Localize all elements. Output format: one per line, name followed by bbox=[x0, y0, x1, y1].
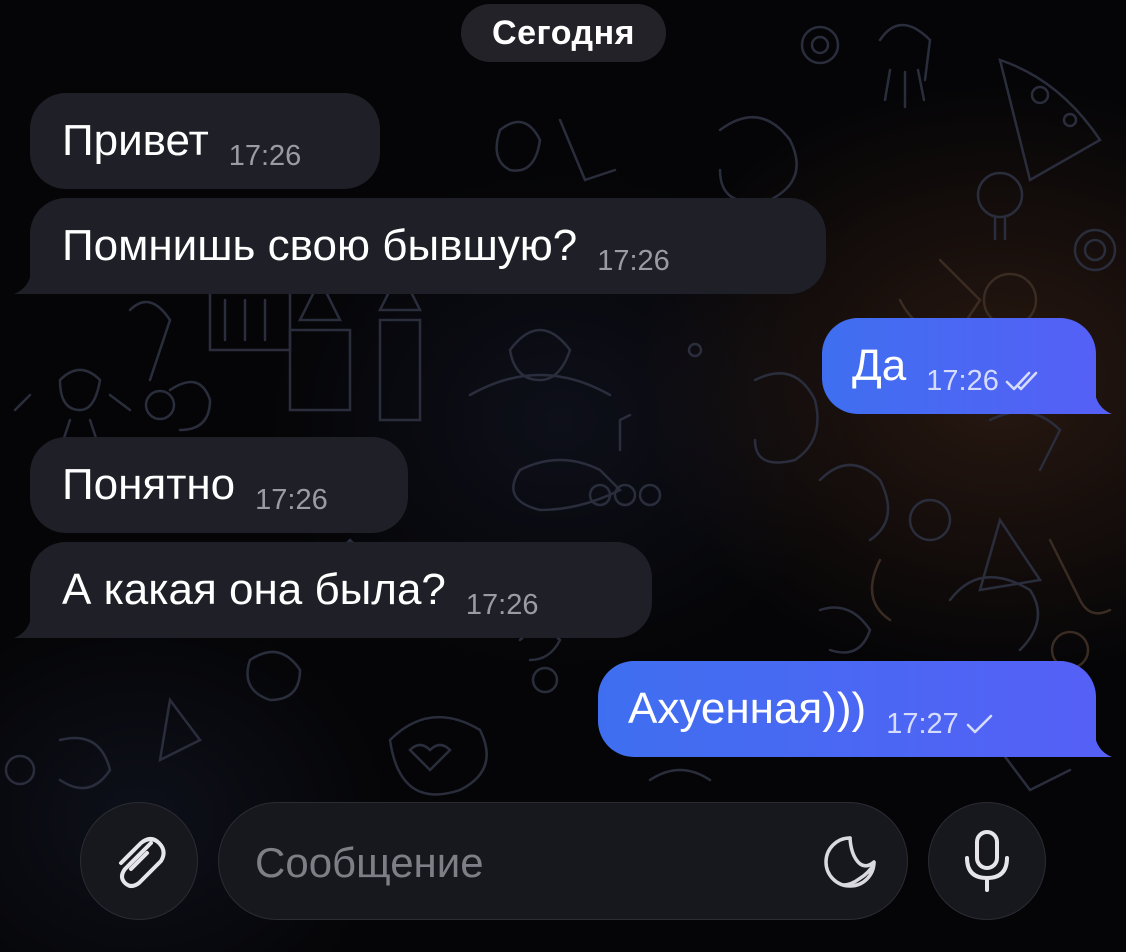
bubble-tail bbox=[14, 268, 40, 294]
message-text: Ахуенная))) bbox=[628, 684, 867, 733]
message-composer: Сообщение bbox=[0, 790, 1126, 952]
message-text: Помнишь свою бывшую? bbox=[62, 221, 578, 270]
voice-message-button[interactable] bbox=[928, 802, 1046, 920]
single-check-icon bbox=[965, 712, 995, 736]
bubble-tail bbox=[1086, 731, 1112, 757]
message-text: Да bbox=[852, 341, 907, 390]
sticker-button[interactable] bbox=[819, 831, 881, 893]
message-input-placeholder: Сообщение bbox=[255, 839, 484, 886]
message-input[interactable]: Сообщение bbox=[218, 802, 908, 920]
message-bubble-incoming[interactable]: Понятно 17:26 bbox=[30, 437, 408, 533]
message-bubble-outgoing[interactable]: Да 17:26 bbox=[822, 318, 1096, 414]
message-time: 17:27 bbox=[886, 707, 959, 740]
message-bubble-incoming[interactable]: А какая она была? 17:26 bbox=[30, 542, 652, 638]
message-bubble-outgoing[interactable]: Ахуенная))) 17:27 bbox=[598, 661, 1096, 757]
double-check-icon bbox=[1005, 369, 1045, 393]
sticker-icon bbox=[824, 836, 876, 888]
date-separator: Сегодня bbox=[461, 4, 666, 62]
message-bubble-incoming[interactable]: Помнишь свою бывшую? 17:26 bbox=[30, 198, 826, 294]
message-text: Привет bbox=[62, 116, 209, 165]
bubble-tail bbox=[1086, 388, 1112, 414]
bubble-tail bbox=[14, 612, 40, 638]
message-time: 17:26 bbox=[228, 139, 302, 172]
message-time: 17:26 bbox=[255, 483, 328, 516]
microphone-icon bbox=[965, 830, 1009, 892]
message-text: Понятно bbox=[62, 460, 236, 509]
message-bubble-incoming[interactable]: Привет 17:26 bbox=[30, 93, 380, 189]
message-text: А какая она была? bbox=[62, 565, 446, 614]
message-time: 17:26 bbox=[465, 588, 539, 621]
message-time: 17:26 bbox=[926, 364, 999, 397]
message-time: 17:26 bbox=[597, 244, 670, 277]
paperclip-icon bbox=[119, 837, 166, 888]
attach-button[interactable] bbox=[80, 802, 198, 920]
